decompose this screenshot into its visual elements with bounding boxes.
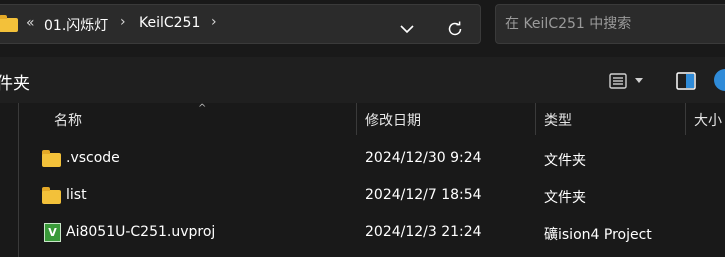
folder-icon	[0, 15, 18, 32]
list-item[interactable]: .vscode 2024/12/30 9:24 文件夹	[38, 143, 725, 177]
folder-icon	[42, 187, 61, 204]
file-type: 礦ision4 Project	[544, 227, 652, 243]
caret-down-icon	[635, 78, 643, 83]
column-header-name[interactable]: 名称	[38, 103, 356, 133]
list-item[interactable]: list 2024/12/7 18:54 文件夹	[38, 180, 725, 214]
refresh-button[interactable]	[435, 13, 475, 45]
details-pane-icon[interactable]	[714, 69, 725, 91]
column-header-date-modified[interactable]: 修改日期	[357, 103, 535, 133]
nav-pane-divider	[18, 103, 19, 257]
breadcrumb-separator[interactable]: ›	[120, 14, 126, 30]
address-bar[interactable]: « 01.闪烁灯 › KeilC251 ›	[0, 4, 481, 44]
file-name: .vscode	[66, 150, 120, 166]
file-list: ^ 名称 修改日期 类型 大小 .vscode 2024/12/30 9:24 …	[0, 103, 725, 257]
search-input[interactable]	[505, 5, 725, 43]
breadcrumb-keilc251[interactable]: KeilC251	[139, 15, 200, 31]
overflow-chevron[interactable]: «	[26, 15, 35, 31]
list-item[interactable]: V Ai8051U-C251.uvproj 2024/12/3 21:24 礦i…	[38, 217, 725, 251]
file-name: Ai8051U-C251.uvproj	[66, 224, 216, 240]
file-date: 2024/12/3 21:24	[365, 224, 482, 240]
search-box[interactable]	[495, 4, 725, 44]
command-bar: 件夹	[0, 57, 725, 103]
breadcrumb-01-blink[interactable]: 01.闪烁灯	[44, 15, 108, 35]
breadcrumb-separator[interactable]: ›	[211, 14, 217, 30]
file-date: 2024/12/7 18:54	[365, 187, 482, 203]
preview-pane-button[interactable]	[670, 65, 702, 97]
file-type: 文件夹	[544, 190, 586, 206]
file-type: 文件夹	[544, 153, 586, 169]
recent-locations-button[interactable]	[389, 14, 425, 44]
details-view-icon	[609, 73, 627, 89]
refresh-icon	[448, 21, 462, 36]
view-options-button[interactable]	[600, 65, 652, 97]
file-date: 2024/12/30 9:24	[365, 150, 482, 166]
column-header-size[interactable]: 大小	[686, 103, 725, 133]
new-folder-label[interactable]: 件夹	[0, 69, 30, 94]
file-name: list	[66, 187, 87, 203]
chevron-down-icon	[400, 25, 414, 34]
folder-icon	[42, 150, 61, 167]
uvision-project-icon: V	[44, 223, 61, 242]
preview-pane-icon	[676, 72, 696, 90]
column-header-type[interactable]: 类型	[536, 103, 685, 133]
